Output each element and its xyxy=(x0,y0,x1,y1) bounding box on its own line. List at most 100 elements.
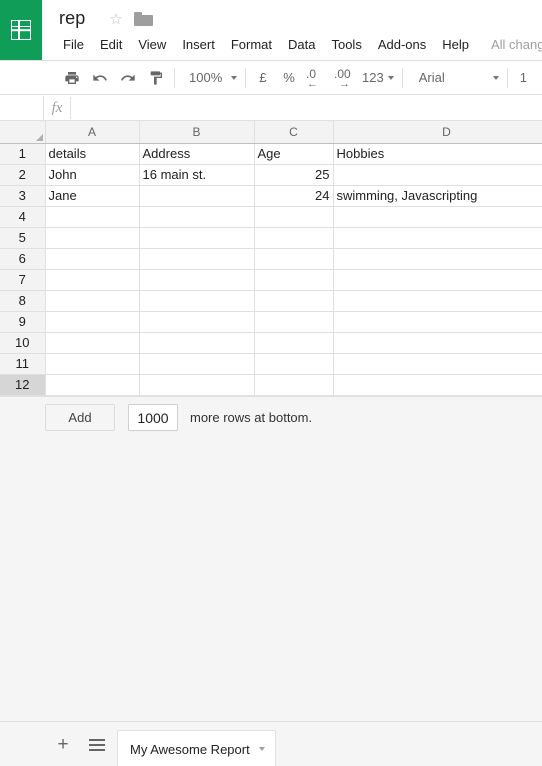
font-family-dropdown[interactable]: Arial xyxy=(415,65,503,91)
menu-item-data[interactable]: Data xyxy=(280,34,323,56)
cell-b7[interactable] xyxy=(139,269,255,291)
menu-item-format[interactable]: Format xyxy=(223,34,280,56)
cell-b3[interactable] xyxy=(139,185,255,207)
cell-a7[interactable] xyxy=(45,269,140,291)
select-all-corner[interactable] xyxy=(0,121,46,144)
spreadsheet-grid[interactable]: A B C D 1 details Address Age Hobbies 2 … xyxy=(0,121,542,396)
cell-d10[interactable] xyxy=(333,332,542,354)
cell-b4[interactable] xyxy=(139,206,255,228)
percent-format-button[interactable]: % xyxy=(276,65,302,91)
row-header[interactable]: 7 xyxy=(0,269,46,291)
column-header-b[interactable]: B xyxy=(139,121,255,144)
cell-c11[interactable] xyxy=(254,353,334,375)
row-header[interactable]: 10 xyxy=(0,332,46,354)
menu-item-view[interactable]: View xyxy=(130,34,174,56)
cell-c8[interactable] xyxy=(254,290,334,312)
all-sheets-button[interactable] xyxy=(82,730,112,760)
cell-d2[interactable] xyxy=(333,164,542,186)
row-header[interactable]: 11 xyxy=(0,353,46,375)
sheet-tab-active[interactable]: My Awesome Report xyxy=(117,730,276,766)
column-header-d[interactable]: D xyxy=(333,121,542,144)
add-sheet-button[interactable]: + xyxy=(48,730,78,760)
cell-b11[interactable] xyxy=(139,353,255,375)
undo-icon[interactable] xyxy=(87,65,113,91)
cell-a12[interactable] xyxy=(45,374,140,396)
cell-a5[interactable] xyxy=(45,227,140,249)
row-header[interactable]: 8 xyxy=(0,290,46,312)
cell-d11[interactable] xyxy=(333,353,542,375)
cell-b10[interactable] xyxy=(139,332,255,354)
add-rows-button[interactable]: Add xyxy=(45,404,115,431)
cell-d12[interactable] xyxy=(333,374,542,396)
cell-c12[interactable] xyxy=(254,374,334,396)
row-header[interactable]: 9 xyxy=(0,311,46,333)
cell-d6[interactable] xyxy=(333,248,542,270)
menu-item-insert[interactable]: Insert xyxy=(174,34,223,56)
row-header[interactable]: 12 xyxy=(0,374,46,396)
star-outline-icon[interactable]: ☆ xyxy=(108,12,124,28)
row-header[interactable]: 6 xyxy=(0,248,46,270)
folder-icon[interactable] xyxy=(134,12,153,26)
menu-item-add-ons[interactable]: Add-ons xyxy=(370,34,434,56)
row-header[interactable]: 3 xyxy=(0,185,46,207)
sheets-logo[interactable] xyxy=(0,0,42,60)
cell-d5[interactable] xyxy=(333,227,542,249)
cell-c2[interactable]: 25 xyxy=(254,164,334,186)
document-title[interactable]: rep xyxy=(59,7,85,29)
cell-a2[interactable]: John xyxy=(45,164,140,186)
cell-d1[interactable]: Hobbies xyxy=(333,143,542,165)
print-icon[interactable] xyxy=(59,65,85,91)
row-header[interactable]: 1 xyxy=(0,143,46,165)
cell-d9[interactable] xyxy=(333,311,542,333)
menu-item-tools[interactable]: Tools xyxy=(323,34,369,56)
cell-c10[interactable] xyxy=(254,332,334,354)
cell-a6[interactable] xyxy=(45,248,140,270)
cell-d8[interactable] xyxy=(333,290,542,312)
font-size-dropdown[interactable]: 1 xyxy=(516,65,542,91)
row-header[interactable]: 5 xyxy=(0,227,46,249)
cell-b12[interactable] xyxy=(139,374,255,396)
hamburger-menu-icon xyxy=(89,738,105,751)
formula-input[interactable] xyxy=(70,97,542,119)
zoom-level-dropdown[interactable]: 100% xyxy=(185,65,241,91)
cell-c9[interactable] xyxy=(254,311,334,333)
cell-b8[interactable] xyxy=(139,290,255,312)
cell-a4[interactable] xyxy=(45,206,140,228)
increase-decimal-button[interactable]: .00 → xyxy=(330,65,358,91)
cell-c7[interactable] xyxy=(254,269,334,291)
cell-a3[interactable]: Jane xyxy=(45,185,140,207)
chevron-down-icon[interactable] xyxy=(258,747,265,751)
menu-item-edit[interactable]: Edit xyxy=(92,34,130,56)
cell-b1[interactable]: Address xyxy=(139,143,255,165)
cell-b9[interactable] xyxy=(139,311,255,333)
column-header-a[interactable]: A xyxy=(45,121,140,144)
add-rows-count-input[interactable] xyxy=(128,404,178,431)
cell-c3[interactable]: 24 xyxy=(254,185,334,207)
cell-b5[interactable] xyxy=(139,227,255,249)
cell-c5[interactable] xyxy=(254,227,334,249)
menu-item-help[interactable]: Help xyxy=(434,34,477,56)
cell-c6[interactable] xyxy=(254,248,334,270)
number-format-dropdown[interactable]: 123 xyxy=(358,65,398,91)
redo-icon[interactable] xyxy=(115,65,141,91)
cell-a11[interactable] xyxy=(45,353,140,375)
column-header-c[interactable]: C xyxy=(254,121,334,144)
name-box[interactable] xyxy=(0,96,44,120)
cell-a10[interactable] xyxy=(45,332,140,354)
cell-a8[interactable] xyxy=(45,290,140,312)
cell-a1[interactable]: details xyxy=(45,143,140,165)
cell-d4[interactable] xyxy=(333,206,542,228)
row-header[interactable]: 4 xyxy=(0,206,46,228)
cell-b2[interactable]: 16 main st. xyxy=(139,164,255,186)
cell-c1[interactable]: Age xyxy=(254,143,334,165)
currency-format-button[interactable]: £ xyxy=(250,65,276,91)
cell-c4[interactable] xyxy=(254,206,334,228)
cell-a9[interactable] xyxy=(45,311,140,333)
paint-format-icon[interactable] xyxy=(143,65,169,91)
row-header[interactable]: 2 xyxy=(0,164,46,186)
cell-b6[interactable] xyxy=(139,248,255,270)
cell-d7[interactable] xyxy=(333,269,542,291)
decrease-decimal-button[interactable]: .0 ← xyxy=(302,65,330,91)
menu-item-file[interactable]: File xyxy=(55,34,92,56)
cell-d3[interactable]: swimming, Javascripting xyxy=(333,185,542,207)
